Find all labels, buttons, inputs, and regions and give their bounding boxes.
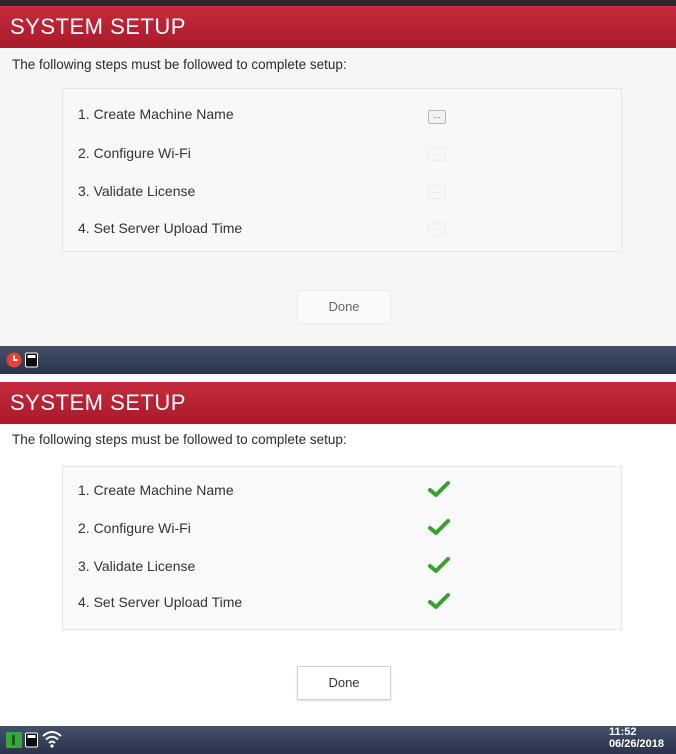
step-validate-license: 3. Validate License xyxy=(78,558,196,574)
configure-wifi-button[interactable]: ... xyxy=(428,147,446,161)
setup-instructions: The following steps must be followed to … xyxy=(12,432,347,447)
step-configure-wifi: 2. Configure Wi-Fi xyxy=(78,520,191,536)
step-create-machine-name: 1. Create Machine Name xyxy=(78,482,234,498)
done-button[interactable]: Done xyxy=(297,666,391,700)
page-title: SYSTEM SETUP xyxy=(0,382,676,424)
checkmark-icon xyxy=(428,556,450,574)
setup-steps-list: 1. Create Machine Name 2. Configure Wi-F… xyxy=(62,466,622,630)
step-set-server-upload-time: 4. Set Server Upload Time xyxy=(78,220,243,236)
setup-instructions: The following steps must be followed to … xyxy=(12,57,347,72)
checkmark-icon xyxy=(428,480,450,498)
checkmark-icon xyxy=(428,518,450,536)
setup-steps-list: 1. Create Machine Name ... 2. Configure … xyxy=(62,88,622,252)
taskbar: 11:52 06/26/2018 xyxy=(0,726,676,754)
card-icon[interactable] xyxy=(25,732,38,753)
create-machine-name-button[interactable]: ... xyxy=(428,110,446,124)
set-server-upload-time-button[interactable]: ... xyxy=(428,222,446,236)
clock-date: 06/26/2018 xyxy=(608,738,664,750)
card-icon[interactable] xyxy=(25,352,38,373)
system-clock: 11:52 06/26/2018 xyxy=(609,726,664,750)
clock-alert-icon[interactable] xyxy=(6,352,22,373)
clock-time: 11:52 xyxy=(608,726,637,738)
validate-license-button[interactable]: ... xyxy=(428,185,446,199)
step-set-server-upload-time: 4. Set Server Upload Time xyxy=(78,594,243,610)
green-status-icon[interactable] xyxy=(6,732,22,753)
page-title: SYSTEM SETUP xyxy=(0,6,676,48)
taskbar xyxy=(0,346,676,374)
setup-screen-complete: SYSTEM SETUP The following steps must be… xyxy=(0,376,676,754)
done-button[interactable]: Done xyxy=(297,290,391,324)
setup-screen-initial: SYSTEM SETUP The following steps must be… xyxy=(0,0,676,376)
step-configure-wifi: 2. Configure Wi-Fi xyxy=(78,145,191,161)
step-create-machine-name: 1. Create Machine Name xyxy=(78,106,234,122)
wifi-icon[interactable] xyxy=(42,730,62,753)
checkmark-icon xyxy=(428,592,450,610)
step-validate-license: 3. Validate License xyxy=(78,183,196,199)
